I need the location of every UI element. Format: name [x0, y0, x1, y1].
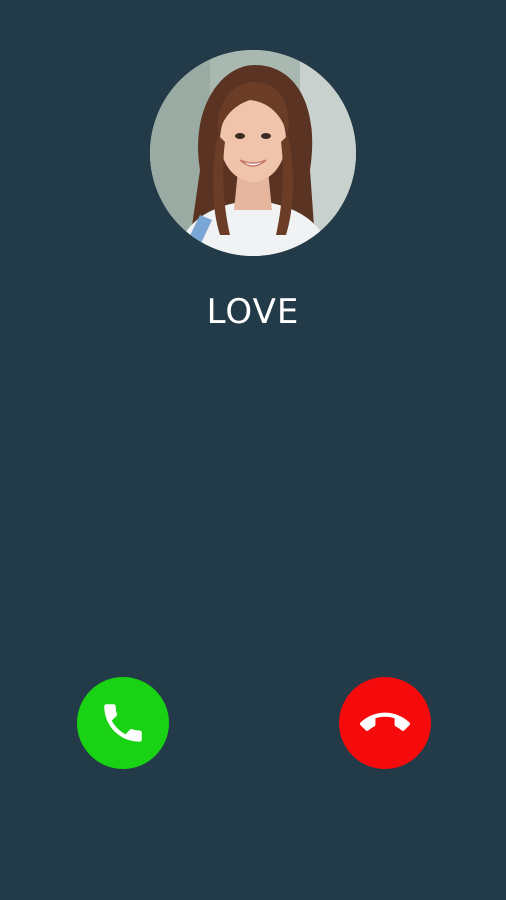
caller-avatar	[150, 50, 356, 256]
accept-call-button[interactable]	[77, 677, 169, 769]
incoming-call-screen: LOVE	[0, 0, 506, 900]
phone-icon	[104, 704, 142, 742]
caller-name: LOVE	[206, 292, 300, 332]
decline-call-button[interactable]	[339, 677, 431, 769]
phone-hangup-icon	[360, 712, 410, 731]
person-photo-icon	[150, 50, 356, 256]
